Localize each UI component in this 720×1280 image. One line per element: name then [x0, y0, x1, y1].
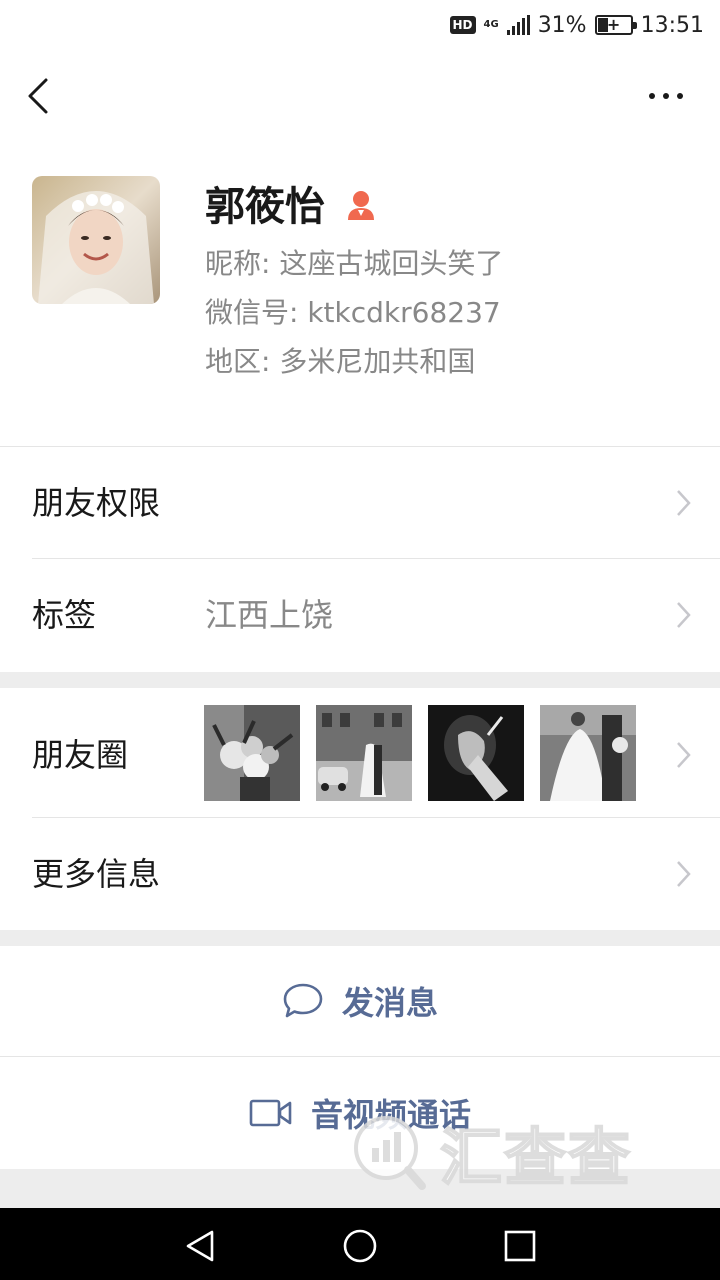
moments-label: 朋友圈: [32, 736, 129, 774]
watermark-text: 汇查查: [439, 1120, 633, 1195]
more-info-cell[interactable]: 更多信息: [0, 818, 720, 930]
chevron-right-icon: [677, 602, 691, 628]
moments-photo: [428, 705, 524, 801]
avatar-image: [32, 176, 160, 304]
female-person-icon: [348, 191, 374, 220]
system-back-icon[interactable]: [182, 1228, 218, 1264]
chevron-left-icon: [28, 78, 48, 114]
network-label: 4G: [483, 19, 499, 30]
moments-photo: [204, 705, 300, 801]
contact-name: 郭筱怡: [205, 184, 325, 230]
chevron-right-icon: [677, 490, 691, 516]
region-line: 地区: 多米尼加共和国: [205, 345, 476, 378]
back-button[interactable]: [16, 72, 64, 120]
send-message-label: 发消息: [341, 984, 438, 1022]
watermark: 汇查查: [350, 1112, 632, 1195]
tags-cell[interactable]: 标签 江西上饶: [0, 559, 720, 671]
friend-permissions-cell[interactable]: 朋友权限: [0, 447, 720, 559]
battery-percent: 31%: [537, 12, 587, 38]
system-recents-icon[interactable]: [502, 1228, 538, 1264]
send-message-button[interactable]: 发消息: [0, 946, 720, 1056]
chevron-right-icon: [677, 861, 691, 887]
chat-bubble-icon: [283, 983, 323, 1018]
system-nav-bar: [0, 1208, 720, 1280]
battery-icon: +: [594, 15, 637, 35]
system-home-icon[interactable]: [342, 1228, 378, 1264]
status-bar: HD 4G 31% + 13:51: [0, 0, 720, 50]
friend-permissions-label: 朋友权限: [32, 484, 161, 522]
nickname-line: 昵称: 这座古城回头笑了: [205, 247, 504, 280]
more-dots-icon: [649, 93, 655, 99]
status-icons: HD 4G 31% + 13:51: [449, 9, 704, 41]
nav-bar: [0, 50, 720, 142]
tags-label: 标签: [32, 596, 97, 634]
magnifier-chart-icon: [354, 1116, 426, 1190]
settings-section: 朋友权限 标签 江西上饶: [0, 446, 720, 672]
wechat-id-line: 微信号: ktkcdkr68237: [205, 296, 501, 329]
moments-photo: [540, 705, 636, 801]
hd-badge: HD: [449, 16, 476, 34]
clock: 13:51: [640, 12, 704, 38]
video-camera-icon: [249, 1099, 292, 1127]
chevron-right-icon: [677, 742, 691, 768]
more-info-label: 更多信息: [32, 855, 161, 893]
moments-photo: [316, 705, 412, 801]
profile-header: 郭筱怡 昵称: 这座古城回头笑了 微信号: ktkcdkr68237 地区: 多…: [0, 142, 720, 446]
moments-section: 朋友圈 更多信息: [0, 688, 720, 930]
more-button[interactable]: [636, 78, 696, 114]
avatar[interactable]: [32, 176, 160, 304]
signal-icon: [506, 15, 530, 35]
moments-cell[interactable]: 朋友圈: [0, 688, 720, 817]
tags-value: 江西上饶: [205, 596, 334, 634]
